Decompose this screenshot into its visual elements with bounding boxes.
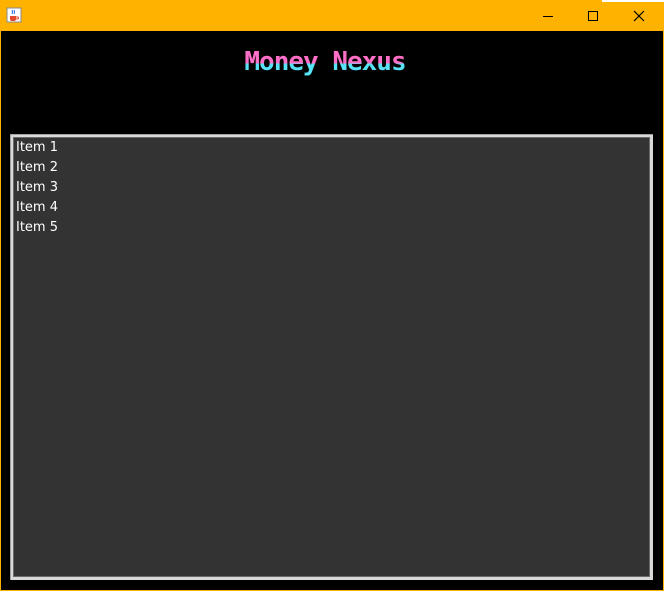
app-logo-text: Money Nexus (244, 47, 405, 77)
app-logo: Money Nexus (244, 47, 406, 77)
list-item[interactable]: Item 1 (14, 138, 649, 158)
close-icon (633, 10, 645, 21)
item-list-container: Item 1 Item 2 Item 3 Item 4 Item 5 (10, 134, 653, 580)
item-list[interactable]: Item 1 Item 2 Item 3 Item 4 Item 5 (13, 137, 650, 577)
list-item[interactable]: Item 5 (14, 218, 649, 238)
title-bar[interactable] (0, 0, 664, 31)
java-coffee-cup-icon[interactable] (6, 7, 22, 23)
close-button[interactable] (616, 0, 662, 31)
list-item[interactable]: Item 2 (14, 158, 649, 178)
list-item[interactable]: Item 3 (14, 178, 649, 198)
minimize-button[interactable] (525, 0, 571, 31)
maximize-button[interactable] (570, 0, 616, 31)
minimize-icon (543, 15, 553, 17)
maximize-icon (588, 10, 598, 21)
list-item[interactable]: Item 4 (14, 198, 649, 218)
